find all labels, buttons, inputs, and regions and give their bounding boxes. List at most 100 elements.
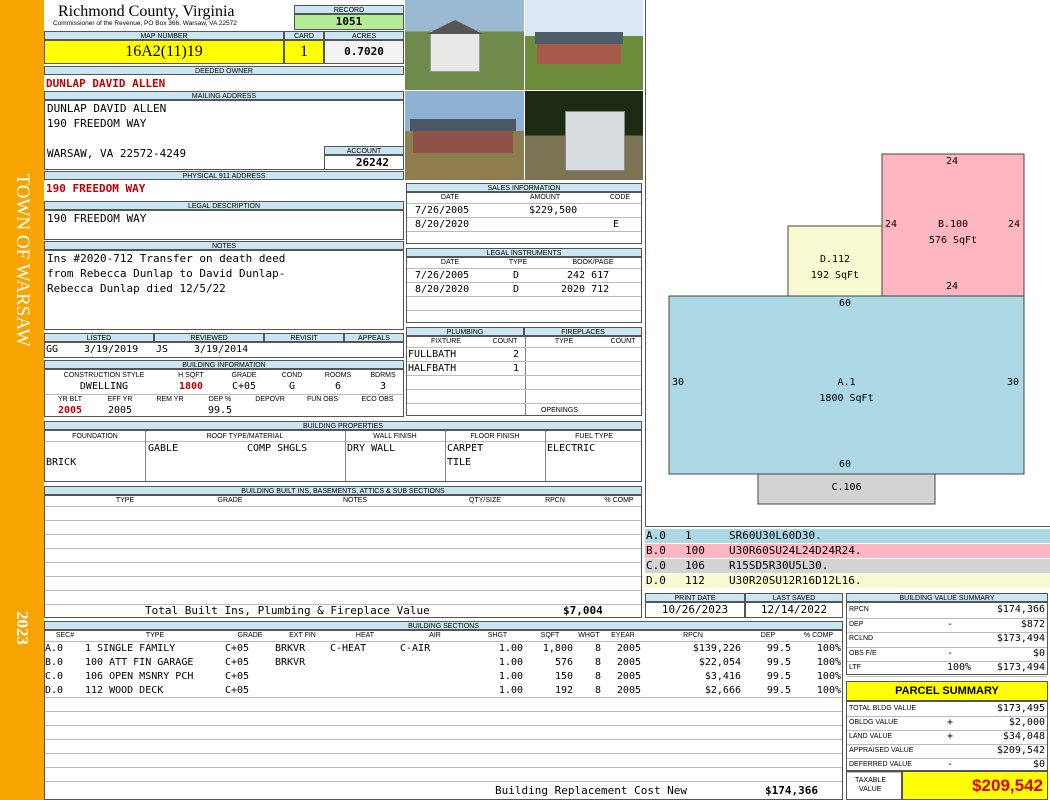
pl-row-1-fixture: FULLBATH	[408, 349, 457, 360]
property-photo-shed	[405, 0, 524, 90]
building-properties-label: BUILDING PROPERTIES	[44, 421, 642, 430]
sales-label: SALES INFORMATION	[406, 183, 642, 192]
section-cell-whgt: 8	[594, 657, 601, 668]
property-photo-house-front	[525, 0, 643, 90]
bvs-rows-s: -	[947, 647, 954, 659]
li-row-2-book: 2020 712	[561, 284, 610, 295]
summary-rows-v: $0	[1032, 759, 1045, 770]
section-cell-sqft: 576	[554, 657, 573, 668]
bt-h-type: TYPE	[115, 497, 135, 504]
legal-instruments-table: DATE TYPE BOOK/PAGE 7/26/2005 D 242 617 …	[406, 257, 642, 323]
taxable-label-1: TAXABLE	[855, 777, 886, 784]
summary-rows-s: +	[947, 731, 954, 742]
section-cell-type: 106 OPEN MSNRY PCH	[85, 671, 194, 682]
pl-h-fixture: FIXTURE	[431, 338, 461, 345]
builtins-label: BUILDING BUILT INS, BASEMENTS, ATTICS & …	[44, 486, 642, 495]
replacement-cost-label: Building Replacement Cost New	[495, 785, 688, 797]
section-cell-eyear: 2005	[616, 671, 641, 682]
bi-v-effyr: 2005	[107, 405, 133, 416]
li-row-1-book: 242 617	[567, 270, 610, 281]
summary-rows-l: LAND VALUE	[849, 733, 893, 740]
sketch-b-name: B.100	[937, 219, 969, 230]
bi-h-sqft: H SQFT	[178, 372, 204, 379]
plumbing-table: FIXTURE COUNT TYPE COUNT FULLBATH 2 HALF…	[406, 336, 642, 416]
physical-address-value: 190 FREEDOM WAY	[46, 182, 146, 195]
bi-v-sqft: 1800	[178, 381, 204, 392]
li-row-2-date: 8/20/2020	[415, 284, 470, 295]
map-number-value: 16A2(11)19	[44, 40, 284, 64]
section-cell-comp: 100%	[816, 671, 841, 682]
bvs-rows-s: -	[947, 618, 954, 630]
bi-v-cond: G	[288, 381, 296, 392]
bi-h-cond: COND	[281, 372, 303, 379]
bvs-rows-v: $0	[1032, 647, 1045, 659]
bp-fuel: ELECTRIC	[547, 443, 596, 454]
builtins-total-value: $7,004	[563, 605, 603, 617]
bp-h-foundation: FOUNDATION	[72, 433, 118, 440]
record-value: 1051	[294, 14, 404, 30]
bs-h-whgt: WHGT	[578, 632, 600, 639]
bi-h-bdrms: BDRMS	[370, 372, 396, 379]
section-cell-grade: C+05	[225, 657, 250, 668]
section-cell-rpcn: $22,054	[698, 657, 741, 668]
notes-box: Ins #2020-712 Transfer on death deed fro…	[44, 250, 404, 330]
section-cell-shgt: 1.00	[498, 643, 523, 654]
pl-row-1-count: 2	[513, 349, 520, 360]
bvs-rows-l: RPCN	[849, 606, 869, 613]
notes-line-3: Rebecca Dunlap died 12/5/22	[47, 283, 226, 295]
town-label: TOWN OF WARSAW	[12, 173, 33, 347]
plumbing-label: PLUMBING	[406, 327, 524, 336]
legend-row: B.0 100 U30R60SU24L24D24R24.	[645, 544, 1050, 558]
bi-h-rooms: ROOMS	[324, 372, 352, 379]
replacement-cost-value: $174,366	[765, 785, 818, 797]
county-title: Richmond County, Virginia	[58, 3, 235, 20]
mail-line-1: DUNLAP DAVID ALLEN	[47, 103, 167, 115]
section-cell-grade: C+05	[225, 643, 250, 654]
section-cell-sec: A.0	[45, 643, 64, 654]
appeals-label: APPEALS	[344, 333, 404, 342]
section-cell-eyear: 2005	[616, 685, 641, 696]
section-cell-sqft: 1,800	[542, 643, 573, 654]
bp-roof-type: GABLE	[148, 443, 179, 454]
section-cell-rpcn: $2,666	[704, 685, 741, 696]
bp-h-roof: ROOF TYPE/MATERIAL	[206, 433, 284, 440]
bvs-rows-s: 100%	[947, 662, 972, 674]
section-cell-shgt: 1.00	[498, 671, 523, 682]
listed-section: LISTED REVIEWED REVISIT APPEALS GG 3/19/…	[44, 333, 404, 358]
bs-h-dep: DEP	[760, 632, 776, 639]
bp-foundation: BRICK	[46, 457, 77, 468]
bs-h-shgt: SHGT	[487, 632, 508, 639]
sales-table: DATE AMOUNT CODE 7/26/2005 $229,500 8/20…	[406, 192, 642, 244]
notes-label: NOTES	[44, 241, 404, 250]
legend-row: D.0 112 U30R20SU12R16D12L16.	[645, 574, 1050, 588]
section-cell-comp: 100%	[816, 657, 841, 668]
bt-h-notes: NOTES	[342, 497, 368, 504]
county-subtitle: Commissioner of the Revenue, PO Box 366,…	[53, 20, 237, 27]
legal-instruments-label: LEGAL INSTRUMENTS	[406, 248, 642, 257]
bi-h-remyr: REM YR	[156, 396, 184, 403]
sketch-a-area: 1800 SqFt	[819, 393, 874, 404]
summary-rows-v: $34,048	[1002, 731, 1045, 742]
mail-line-4: WARSAW, VA 22572-4249	[47, 148, 187, 160]
section-cell-sec: D.0	[45, 685, 64, 696]
openings-label: OPENINGS	[541, 407, 578, 414]
summary-rows-v: $173,495	[996, 703, 1045, 714]
taxable-label-box: TAXABLE VALUE	[846, 771, 902, 800]
sketch-d-area: 192 SqFt	[810, 270, 860, 281]
bvs-table: RPCN $174,366 DEP - $872 RCLND $173,494 OBS F/E…	[846, 602, 1048, 677]
listed-label: LISTED	[44, 333, 154, 342]
legend-num: 1	[685, 530, 692, 542]
property-photo-house-side	[405, 91, 524, 180]
bi-v-rooms: 6	[334, 381, 342, 392]
bi-h-funobs: FUN OBS	[306, 396, 339, 403]
sketch-legend: A.0 1 SR60U30L60D30. B.0 100 U30R60SU24L24D24…	[645, 529, 1050, 589]
legal-description-box: 190 FREEDOM WAY	[44, 210, 404, 240]
li-header-date: DATE	[440, 259, 460, 266]
bi-h-style: CONSTRUCTION STYLE	[63, 372, 145, 379]
bt-h-grade: GRADE	[217, 497, 243, 504]
bi-v-bdrms: 3	[379, 381, 387, 392]
summary-rows-l: TOTAL BLDG VALUE	[849, 705, 917, 712]
sketch-a-name: A.1	[837, 377, 856, 388]
bvs-rows-l: OBS F/E	[849, 649, 877, 657]
bi-h-ecoobs: ECO OBS	[361, 396, 394, 403]
